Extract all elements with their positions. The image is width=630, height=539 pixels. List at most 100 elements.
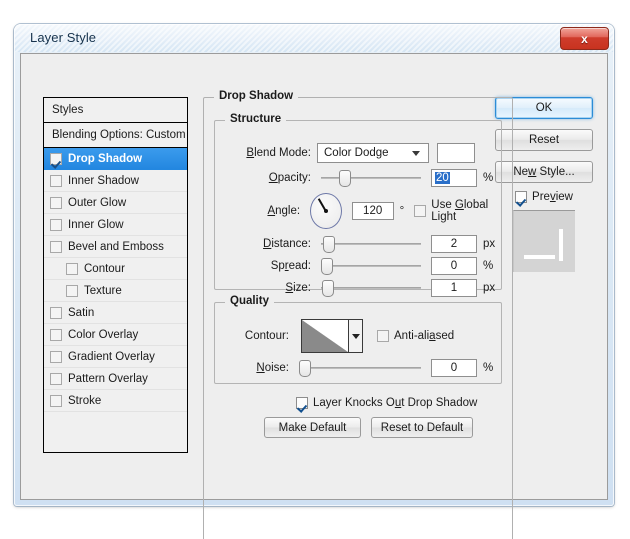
effect-label: Gradient Overlay (68, 350, 155, 363)
effect-checkbox[interactable] (50, 152, 62, 165)
chevron-down-icon (412, 151, 420, 156)
effect-row[interactable]: Contour (44, 258, 187, 280)
effect-label: Color Overlay (68, 328, 139, 341)
effect-checkbox[interactable] (50, 218, 62, 231)
distance-slider-knob[interactable] (322, 236, 335, 253)
structure-group: Structure Blend Mode: Color Dodge Opacit… (214, 113, 503, 297)
effect-row[interactable]: Outer Glow (44, 192, 187, 214)
layer-style-dialog: Layer Style x Styles Blending Options: C… (14, 24, 614, 539)
effect-checkbox[interactable] (50, 306, 62, 319)
anti-aliased-label: Anti-aliased (394, 330, 455, 342)
effect-row[interactable]: Drop Shadow (44, 148, 187, 170)
drop-shadow-group-title: Drop Shadow (214, 90, 299, 102)
angle-row: Angle: 120 ° Use Global Light (227, 193, 503, 229)
knocks-out-row[interactable]: Layer Knocks Out Drop Shadow (296, 397, 477, 409)
effect-checkbox[interactable] (50, 174, 62, 187)
angle-value: 120 (363, 205, 383, 217)
knocks-out-checkbox[interactable] (296, 397, 308, 409)
blending-options-box[interactable]: Blending Options: Custom (43, 123, 188, 148)
blend-mode-select[interactable]: Color Dodge (317, 143, 429, 163)
distance-slider[interactable] (321, 236, 421, 253)
opacity-unit: % (483, 172, 494, 184)
noise-input[interactable]: 0 (431, 359, 477, 377)
distance-input[interactable]: 2 (431, 235, 477, 253)
noise-value: 0 (450, 362, 458, 374)
effect-row[interactable]: Satin (44, 302, 187, 324)
effect-label: Contour (84, 262, 125, 275)
opacity-label: Opacity: (268, 172, 311, 184)
effect-checkbox[interactable] (50, 196, 62, 209)
noise-slider-knob[interactable] (299, 360, 311, 377)
size-label: Size: (285, 282, 311, 294)
preview-label: Preview (532, 191, 573, 203)
blending-options-label: Blending Options: Custom (52, 129, 186, 141)
size-slider-track (321, 287, 421, 289)
spread-slider[interactable] (321, 258, 421, 275)
use-global-light-checkbox[interactable] (414, 205, 427, 217)
spread-slider-track (321, 265, 421, 267)
effect-checkbox[interactable] (50, 350, 62, 363)
size-unit: px (483, 282, 496, 294)
make-default-button[interactable]: Make Default (264, 417, 361, 438)
opacity-input[interactable]: 20 (431, 169, 477, 187)
effect-checkbox[interactable] (50, 328, 62, 341)
close-button[interactable]: x (560, 27, 609, 50)
spread-slider-knob[interactable] (321, 258, 333, 275)
contour-preview[interactable] (301, 319, 349, 353)
angle-input[interactable]: 120 (351, 202, 394, 220)
effect-checkbox[interactable] (66, 262, 78, 275)
effect-row[interactable]: Gradient Overlay (44, 346, 187, 368)
use-global-light-row[interactable]: Use Global Light (414, 199, 503, 223)
effect-row[interactable]: Inner Shadow (44, 170, 187, 192)
effect-checkbox[interactable] (50, 394, 62, 407)
preview-thumbnail (513, 210, 575, 272)
shadow-color-swatch[interactable] (437, 143, 475, 163)
opacity-slider-track (321, 177, 421, 179)
effect-checkbox[interactable] (50, 372, 62, 385)
effect-checkbox[interactable] (66, 284, 78, 297)
effect-label: Texture (84, 284, 122, 297)
effect-row[interactable]: Pattern Overlay (44, 368, 187, 390)
contour-label: Contour: (244, 330, 289, 342)
styles-header-box[interactable]: Styles (43, 97, 188, 123)
anti-aliased-checkbox[interactable] (377, 330, 389, 342)
effects-list[interactable]: Drop Shadow Inner Shadow Outer Glow Inner G… (43, 148, 188, 453)
effect-row[interactable]: Color Overlay (44, 324, 187, 346)
preview-checkbox[interactable] (515, 191, 528, 203)
size-slider-knob[interactable] (321, 280, 334, 297)
effect-row[interactable]: Inner Glow (44, 214, 187, 236)
spread-value: 0 (450, 260, 458, 272)
spread-input[interactable]: 0 (431, 257, 477, 275)
opacity-row: Opacity: 20 % (227, 169, 499, 187)
anti-aliased-row[interactable]: Anti-aliased (377, 330, 454, 342)
angle-dial-hub (323, 209, 328, 213)
angle-dial[interactable] (310, 193, 342, 229)
spread-row: Spread: 0 % (227, 257, 499, 275)
effect-label: Stroke (68, 394, 102, 407)
noise-row: Noise: 0 % (227, 359, 499, 377)
noise-slider-track (299, 367, 421, 369)
distance-value: 2 (450, 238, 458, 250)
effect-row[interactable]: Texture (44, 280, 187, 302)
effect-label: Pattern Overlay (68, 372, 148, 385)
close-icon: x (581, 31, 588, 46)
reset-to-default-button[interactable]: Reset to Default (371, 417, 473, 438)
effect-label: Outer Glow (68, 196, 127, 209)
distance-unit: px (483, 238, 496, 250)
effect-row[interactable]: Stroke (44, 390, 187, 412)
opacity-slider[interactable] (321, 170, 421, 187)
size-input[interactable]: 1 (431, 279, 477, 297)
new-style-label: New Style... (513, 166, 575, 178)
structure-group-title: Structure (225, 113, 287, 125)
contour-dropdown-button[interactable] (349, 319, 363, 353)
effect-row[interactable]: Bevel and Emboss (44, 236, 187, 258)
opacity-slider-knob[interactable] (339, 170, 351, 187)
noise-slider[interactable] (299, 360, 421, 377)
quality-group: Quality Contour: Anti-aliased Noise: 0 % (214, 295, 502, 384)
effect-checkbox[interactable] (50, 240, 62, 253)
opacity-value: 20 (435, 172, 450, 184)
size-slider[interactable] (321, 280, 421, 297)
screen-root: Layer Style x Styles Blending Options: C… (0, 0, 630, 539)
noise-unit: % (483, 362, 494, 374)
spread-unit: % (483, 260, 494, 272)
